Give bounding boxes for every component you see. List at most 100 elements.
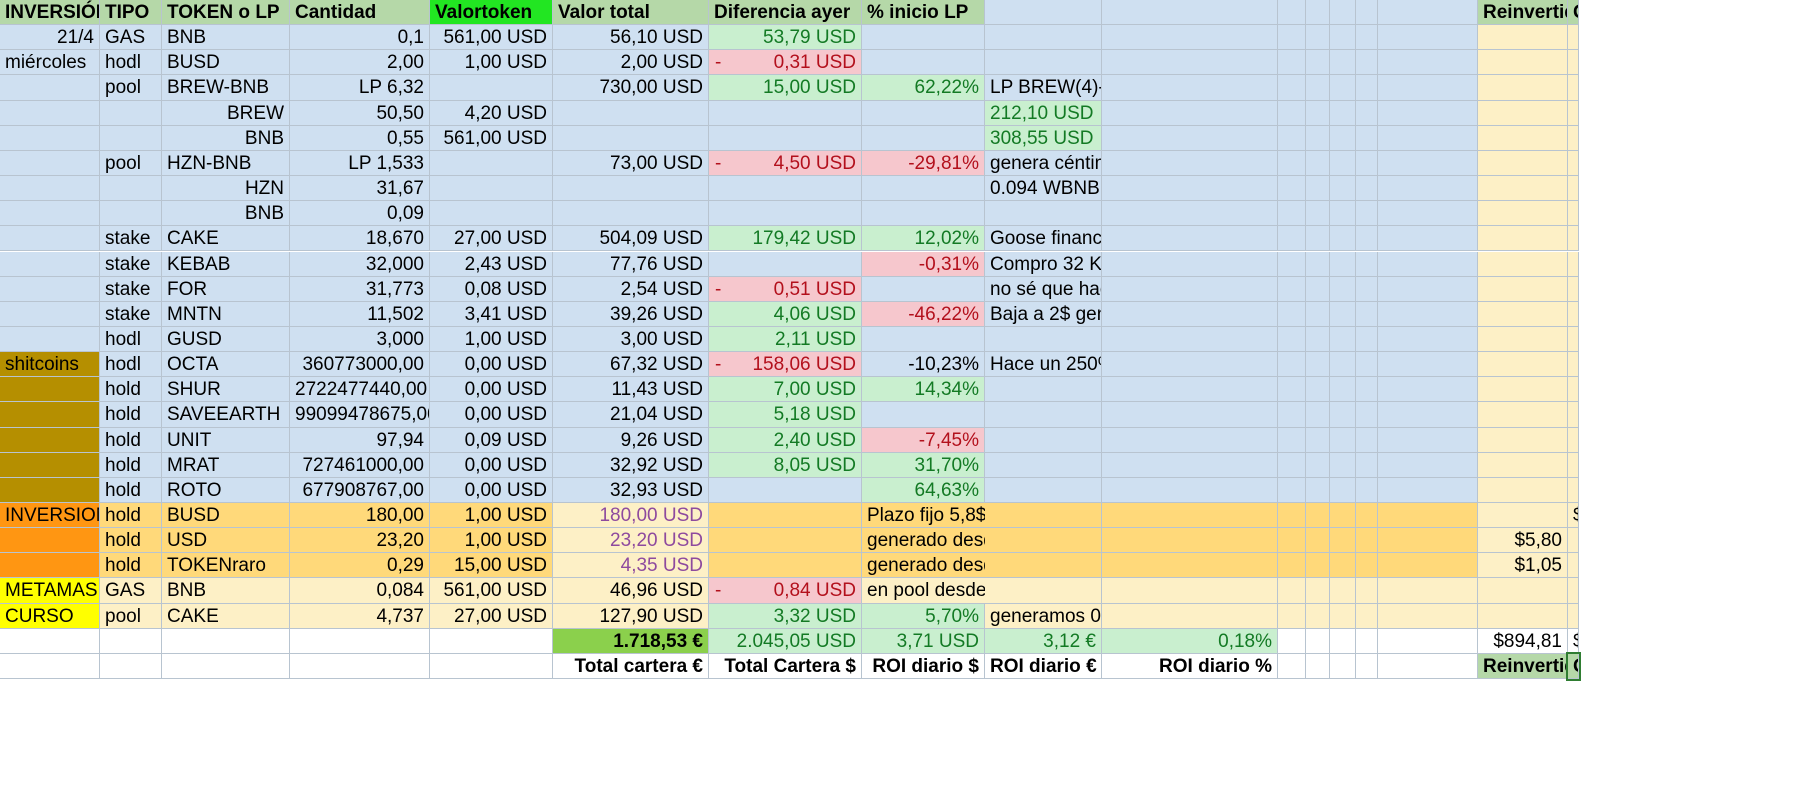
table-cell[interactable] <box>1478 326 1568 353</box>
table-cell[interactable] <box>862 100 985 126</box>
table-cell[interactable]: 1,00 USD <box>430 326 553 353</box>
header-cell[interactable]: Diferencia ayer <box>709 0 862 26</box>
table-cell[interactable] <box>1568 50 1579 76</box>
table-cell[interactable] <box>1568 452 1579 478</box>
table-cell[interactable]: TOKENraro <box>162 553 290 579</box>
table-cell[interactable] <box>1278 377 1306 403</box>
table-cell[interactable] <box>1478 50 1568 76</box>
table-cell[interactable] <box>985 503 1102 529</box>
table-cell[interactable] <box>1568 528 1579 554</box>
table-cell[interactable] <box>0 176 100 202</box>
table-cell[interactable]: SHUR <box>162 377 290 403</box>
table-cell[interactable] <box>0 553 100 579</box>
table-cell[interactable] <box>709 477 862 503</box>
table-cell[interactable]: 3,000 <box>290 326 430 353</box>
table-cell[interactable] <box>1278 100 1306 126</box>
table-cell[interactable]: BUSD <box>162 50 290 76</box>
table-cell[interactable] <box>0 326 100 353</box>
table-cell[interactable] <box>100 628 162 654</box>
table-cell[interactable] <box>1278 251 1306 277</box>
header-cell[interactable]: Generado <box>1568 0 1579 26</box>
table-cell[interactable]: hold <box>100 503 162 529</box>
table-cell[interactable]: 3,41 USD <box>430 301 553 327</box>
table-cell[interactable] <box>1330 226 1356 252</box>
table-cell[interactable] <box>1330 326 1356 353</box>
table-cell[interactable] <box>1306 402 1330 428</box>
table-cell[interactable] <box>1478 503 1568 529</box>
table-cell[interactable]: pool <box>100 75 162 101</box>
header-cell[interactable] <box>1278 0 1306 26</box>
table-cell[interactable] <box>553 201 709 227</box>
table-cell[interactable] <box>1330 301 1356 327</box>
table-cell[interactable]: 127,90 USD <box>553 603 709 629</box>
table-cell[interactable]: hodl <box>100 326 162 353</box>
table-cell[interactable]: 1,00 USD <box>430 50 553 76</box>
table-cell[interactable] <box>1306 75 1330 101</box>
table-cell[interactable]: stake <box>100 276 162 302</box>
table-cell[interactable] <box>1102 301 1278 327</box>
table-cell[interactable]: no sé que hacer con esto <box>985 276 1102 302</box>
table-cell[interactable]: BUSD <box>162 503 290 529</box>
table-cell[interactable] <box>1306 377 1330 403</box>
table-cell[interactable] <box>1102 427 1278 453</box>
table-cell[interactable] <box>1356 176 1378 202</box>
table-cell[interactable]: 677908767,00 <box>290 477 430 503</box>
table-cell[interactable]: 0,00 USD <box>430 402 553 428</box>
table-cell[interactable] <box>1356 352 1378 378</box>
table-cell[interactable] <box>1306 150 1330 177</box>
table-cell[interactable]: Total Cartera $ <box>709 653 862 680</box>
table-cell[interactable]: Generado <box>1566 651 1581 682</box>
table-cell[interactable]: LP 1,533 <box>290 150 430 177</box>
table-cell[interactable] <box>1278 402 1306 428</box>
table-cell[interactable]: 308,55 USD <box>985 125 1102 151</box>
table-cell[interactable]: stake <box>100 251 162 277</box>
table-cell[interactable] <box>1356 276 1378 302</box>
table-cell[interactable] <box>1330 75 1356 101</box>
table-cell[interactable] <box>1330 25 1356 51</box>
table-cell[interactable]: hold <box>100 427 162 453</box>
table-cell[interactable]: 21/4 <box>0 25 100 51</box>
table-cell[interactable]: hold <box>100 553 162 579</box>
table-cell[interactable]: MNTN <box>162 301 290 327</box>
table-cell[interactable] <box>1306 528 1330 554</box>
table-cell[interactable] <box>1102 276 1278 302</box>
table-cell[interactable] <box>430 75 553 101</box>
table-cell[interactable] <box>0 402 100 428</box>
table-cell[interactable]: stake <box>100 226 162 252</box>
header-cell[interactable]: TOKEN o LP <box>162 0 290 26</box>
table-cell[interactable] <box>1568 276 1579 302</box>
table-cell[interactable] <box>1356 603 1378 629</box>
table-cell[interactable] <box>0 452 100 478</box>
table-cell[interactable] <box>1378 251 1478 277</box>
table-cell[interactable] <box>1478 125 1568 151</box>
table-cell[interactable] <box>162 653 290 680</box>
table-cell[interactable] <box>985 201 1102 227</box>
table-cell[interactable] <box>0 125 100 151</box>
table-cell[interactable] <box>1306 25 1330 51</box>
table-cell[interactable]: 0,18% <box>1102 628 1278 654</box>
table-cell[interactable]: GAS <box>100 25 162 51</box>
table-cell[interactable]: 1,00 USD <box>430 528 553 554</box>
table-cell[interactable]: 4,35 USD <box>553 553 709 579</box>
table-cell[interactable] <box>1478 251 1568 277</box>
table-cell[interactable] <box>1478 352 1568 378</box>
table-cell[interactable]: 730,00 USD <box>553 75 709 101</box>
table-cell[interactable] <box>1478 377 1568 403</box>
table-cell[interactable]: pool <box>100 603 162 629</box>
table-cell[interactable]: ROI diario $ <box>862 653 985 680</box>
table-cell[interactable] <box>1478 477 1568 503</box>
table-cell[interactable]: UNIT <box>162 427 290 453</box>
table-cell[interactable] <box>862 176 985 202</box>
table-cell[interactable]: 31,70% <box>862 452 985 478</box>
table-cell[interactable]: 2,54 USD <box>553 276 709 302</box>
table-cell[interactable]: 97,94 <box>290 427 430 453</box>
table-cell[interactable] <box>1306 477 1330 503</box>
table-cell[interactable] <box>1330 377 1356 403</box>
header-cell[interactable]: Cantidad <box>290 0 430 26</box>
table-cell[interactable] <box>1568 326 1579 353</box>
table-cell[interactable]: 27,00 USD <box>430 226 553 252</box>
table-cell[interactable]: 0,08 USD <box>430 276 553 302</box>
table-cell[interactable]: 23,20 USD <box>553 528 709 554</box>
table-cell[interactable] <box>1306 653 1330 680</box>
table-cell[interactable] <box>1306 226 1330 252</box>
